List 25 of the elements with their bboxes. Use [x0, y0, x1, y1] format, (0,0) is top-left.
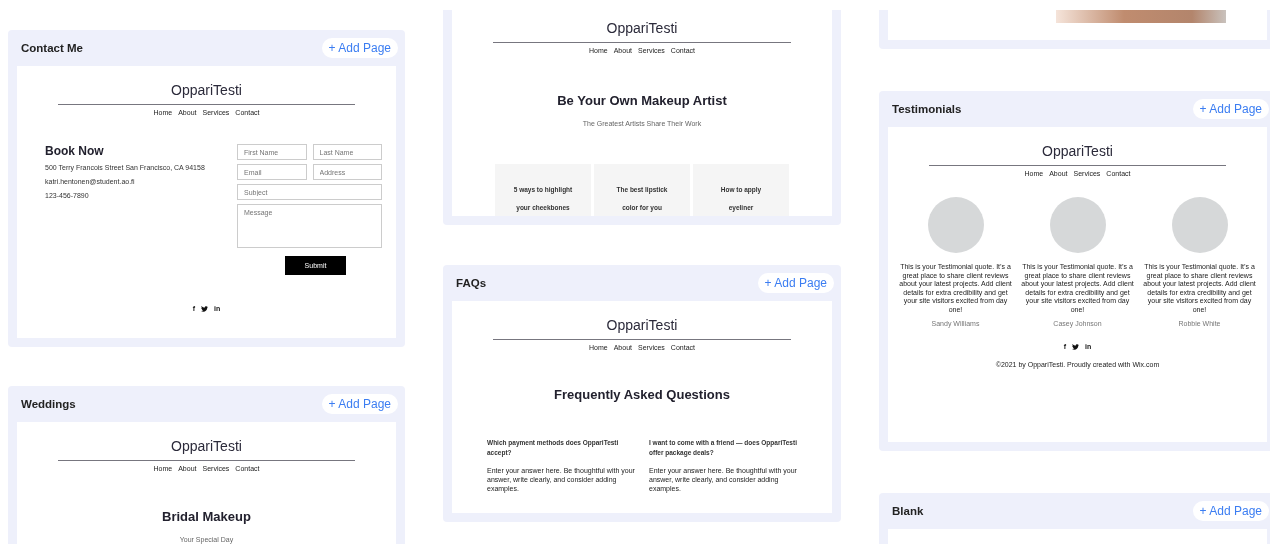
site-name: OppariTesti: [170, 81, 243, 99]
template-title: Blank: [892, 505, 924, 517]
page-preview[interactable]: [888, 127, 1267, 442]
page-preview[interactable]: [452, 301, 832, 513]
site-name: OppariTesti: [1041, 142, 1114, 160]
page-preview[interactable]: [17, 66, 396, 338]
page-heading: Bridal Makeup: [161, 509, 252, 524]
section-heading: Book Now: [45, 144, 105, 158]
template-title: Contact Me: [21, 42, 83, 54]
page-heading: Be Your Own Makeup Artist: [556, 93, 728, 108]
site-name: OppariTesti: [605, 19, 679, 37]
site-name: OppariTesti: [170, 437, 243, 455]
add-page-button[interactable]: + Add Page: [321, 38, 398, 58]
template-title: Weddings: [21, 398, 76, 410]
template-title: FAQs: [456, 277, 487, 289]
site-name: OppariTesti: [605, 316, 679, 334]
add-page-button[interactable]: + Add Page: [1192, 501, 1269, 521]
add-page-button[interactable]: + Add Page: [321, 394, 398, 414]
twitter-icon[interactable]: [201, 306, 209, 312]
add-page-button[interactable]: + Add Page: [1192, 99, 1269, 119]
template-title: Testimonials: [892, 103, 962, 115]
page-preview[interactable]: [888, 10, 1267, 40]
twitter-icon[interactable]: [1072, 344, 1080, 350]
page-heading: Frequently Asked Questions: [553, 387, 731, 402]
add-page-button[interactable]: + Add Page: [757, 273, 834, 293]
